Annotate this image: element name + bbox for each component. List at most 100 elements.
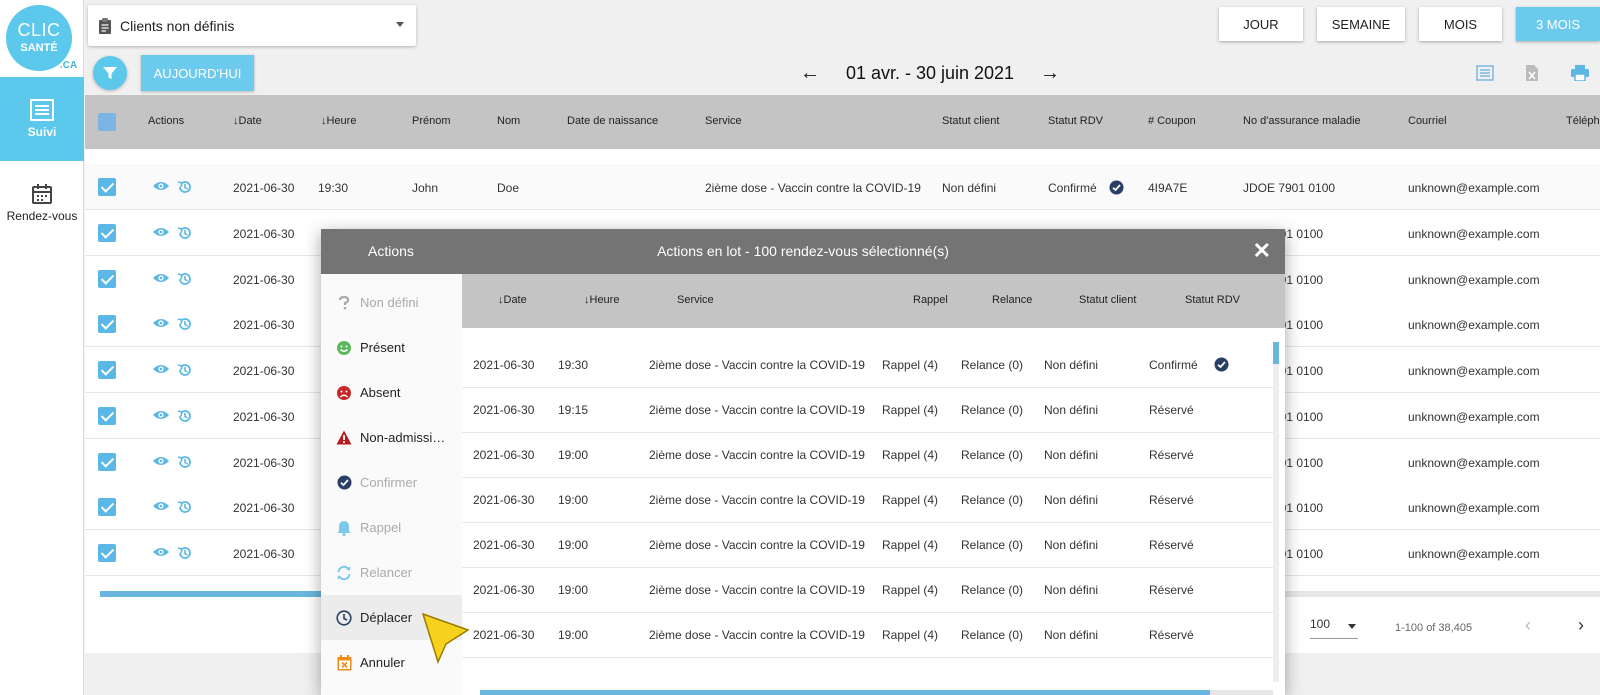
eye-icon[interactable] [152,545,170,559]
row-checkbox[interactable] [98,315,116,334]
row-checkbox[interactable] [98,498,116,517]
prev-page-button[interactable]: ‹ [1525,615,1531,636]
modal-cell-service: 2ième dose - Vaccin contre la COVID-19 [649,403,865,417]
action-non-admissible[interactable]: Non-admissi… [321,415,462,460]
left-sidebar: CLIC SANTÉ .CA Suivi Rendez-vous [0,0,84,695]
rows-per-page-select[interactable]: 100 [1310,617,1358,639]
prev-period-arrow[interactable]: ← [800,62,820,85]
modal-cell-heure: 19:00 [558,538,589,552]
cell-date: 2021-06-30 [233,546,295,561]
list-item: 2021-06-30 19:15 2ième dose - Vaccin contr… [462,387,1275,433]
action-absent[interactable]: Absent [321,370,462,415]
col-heure[interactable]: ↓Heure [321,115,356,127]
action-label: Déplacer [360,610,413,625]
eye-icon[interactable] [152,179,170,193]
history-icon[interactable] [177,271,193,287]
col-date[interactable]: ↓Date [233,115,262,127]
history-icon[interactable] [177,545,193,561]
col-telephone[interactable]: Téléph [1566,115,1600,127]
today-button[interactable]: AUJOURD'HUI [141,55,254,91]
eye-icon[interactable] [152,225,170,239]
cell-nom: Doe [497,181,520,195]
eye-icon[interactable] [152,499,170,513]
action-label: Rappel [360,520,402,535]
list-icon [30,99,54,121]
selected-appointments-table: ↓Date ↓Heure Service Rappel Relance Stat… [462,274,1285,695]
refresh-icon [336,565,352,581]
close-icon[interactable]: ✕ [1253,238,1271,264]
history-icon[interactable] [177,454,193,470]
select-all-checkbox[interactable] [98,113,116,131]
col-courriel[interactable]: Courriel [1408,115,1447,127]
row-checkbox[interactable] [98,178,116,196]
history-icon[interactable] [177,499,193,515]
modal-col-rappel[interactable]: Rappel [913,294,948,306]
view-day-button[interactable]: JOUR [1219,7,1303,41]
history-icon[interactable] [177,362,193,378]
row-checkbox[interactable] [98,406,116,425]
list-view-icon[interactable] [1475,63,1495,83]
modal-col-heure[interactable]: ↓Heure [584,294,619,306]
table-row[interactable]: 2021-06-30 19:30 John Doe 2ième dose - V… [85,164,1600,210]
modal-col-statut-client[interactable]: Statut client [1079,294,1136,306]
row-checkbox[interactable] [98,269,116,288]
action-label: Annuler [360,655,405,670]
history-icon[interactable] [177,408,193,424]
col-nom[interactable]: Nom [497,115,520,127]
col-statut-rdv[interactable]: Statut RDV [1048,115,1103,127]
col-statut-client[interactable]: Statut client [942,115,999,127]
modal-cell-heure: 19:00 [558,628,589,642]
modal-cell-date: 2021-06-30 [473,358,535,372]
modal-cell-date: 2021-06-30 [473,583,535,597]
history-icon[interactable] [177,179,193,195]
filter-button[interactable] [93,56,127,90]
eye-icon[interactable] [152,408,170,422]
col-assurance[interactable]: No d'assurance maladie [1243,115,1361,127]
col-coupon[interactable]: # Coupon [1148,115,1196,127]
eye-icon[interactable] [152,316,170,330]
action-rappel[interactable]: Rappel [321,505,462,550]
nav-item-suivi[interactable]: Suivi [0,77,84,161]
eye-icon[interactable] [152,271,170,285]
history-icon[interactable] [177,316,193,332]
action-confirmer[interactable]: Confirmer [321,460,462,505]
view-month-button[interactable]: MOIS [1419,7,1502,41]
row-checkbox[interactable] [98,361,116,380]
eye-icon[interactable] [152,454,170,468]
next-period-arrow[interactable]: → [1040,62,1060,85]
action-non-defini[interactable]: Non défini [321,280,462,325]
modal-cell-rappel: Rappel (4) [882,583,939,597]
row-checkbox[interactable] [98,452,116,471]
next-page-button[interactable]: › [1578,615,1584,636]
col-service[interactable]: Service [705,115,742,127]
modal-vertical-scrollbar[interactable] [1273,342,1279,682]
modal-cell-service: 2ième dose - Vaccin contre la COVID-19 [649,583,865,597]
modal-cell-rappel: Rappel (4) [882,448,939,462]
modal-col-date[interactable]: ↓Date [498,294,527,306]
excel-export-icon[interactable] [1522,63,1542,83]
cell-courriel: unknown@example.com [1408,364,1540,379]
action-present[interactable]: Présent [321,325,462,370]
modal-horizontal-scrollbar[interactable] [480,690,1273,695]
modal-col-relance[interactable]: Relance [992,294,1032,306]
list-item: 2021-06-30 19:00 2ième dose - Vaccin contr… [462,522,1275,568]
view-week-button[interactable]: SEMAINE [1317,7,1405,41]
eye-icon[interactable] [152,362,170,376]
action-relancer[interactable]: Relancer [321,550,462,595]
col-naissance[interactable]: Date de naissance [567,115,658,127]
col-prenom[interactable]: Prénom [412,115,451,127]
view-3months-button[interactable]: 3 MOIS [1516,7,1600,41]
nav-item-rendezvous[interactable]: Rendez-vous [0,175,84,235]
row-checkbox[interactable] [98,543,116,562]
list-item: 2021-06-30 19:30 2ième dose - Vaccin contr… [462,342,1275,388]
client-filter-select[interactable]: Clients non définis [88,5,416,46]
modal-col-statut-rdv[interactable]: Statut RDV [1185,294,1240,306]
modal-table-header: ↓Date ↓Heure Service Rappel Relance Stat… [462,274,1285,328]
history-icon[interactable] [177,225,193,241]
print-icon[interactable] [1570,63,1590,83]
modal-cell-statut-client: Non défini [1044,448,1099,462]
row-checkbox[interactable] [98,224,116,242]
cell-date: 2021-06-30 [233,501,295,516]
cell-courriel: unknown@example.com [1408,181,1540,195]
modal-col-service[interactable]: Service [677,294,714,306]
